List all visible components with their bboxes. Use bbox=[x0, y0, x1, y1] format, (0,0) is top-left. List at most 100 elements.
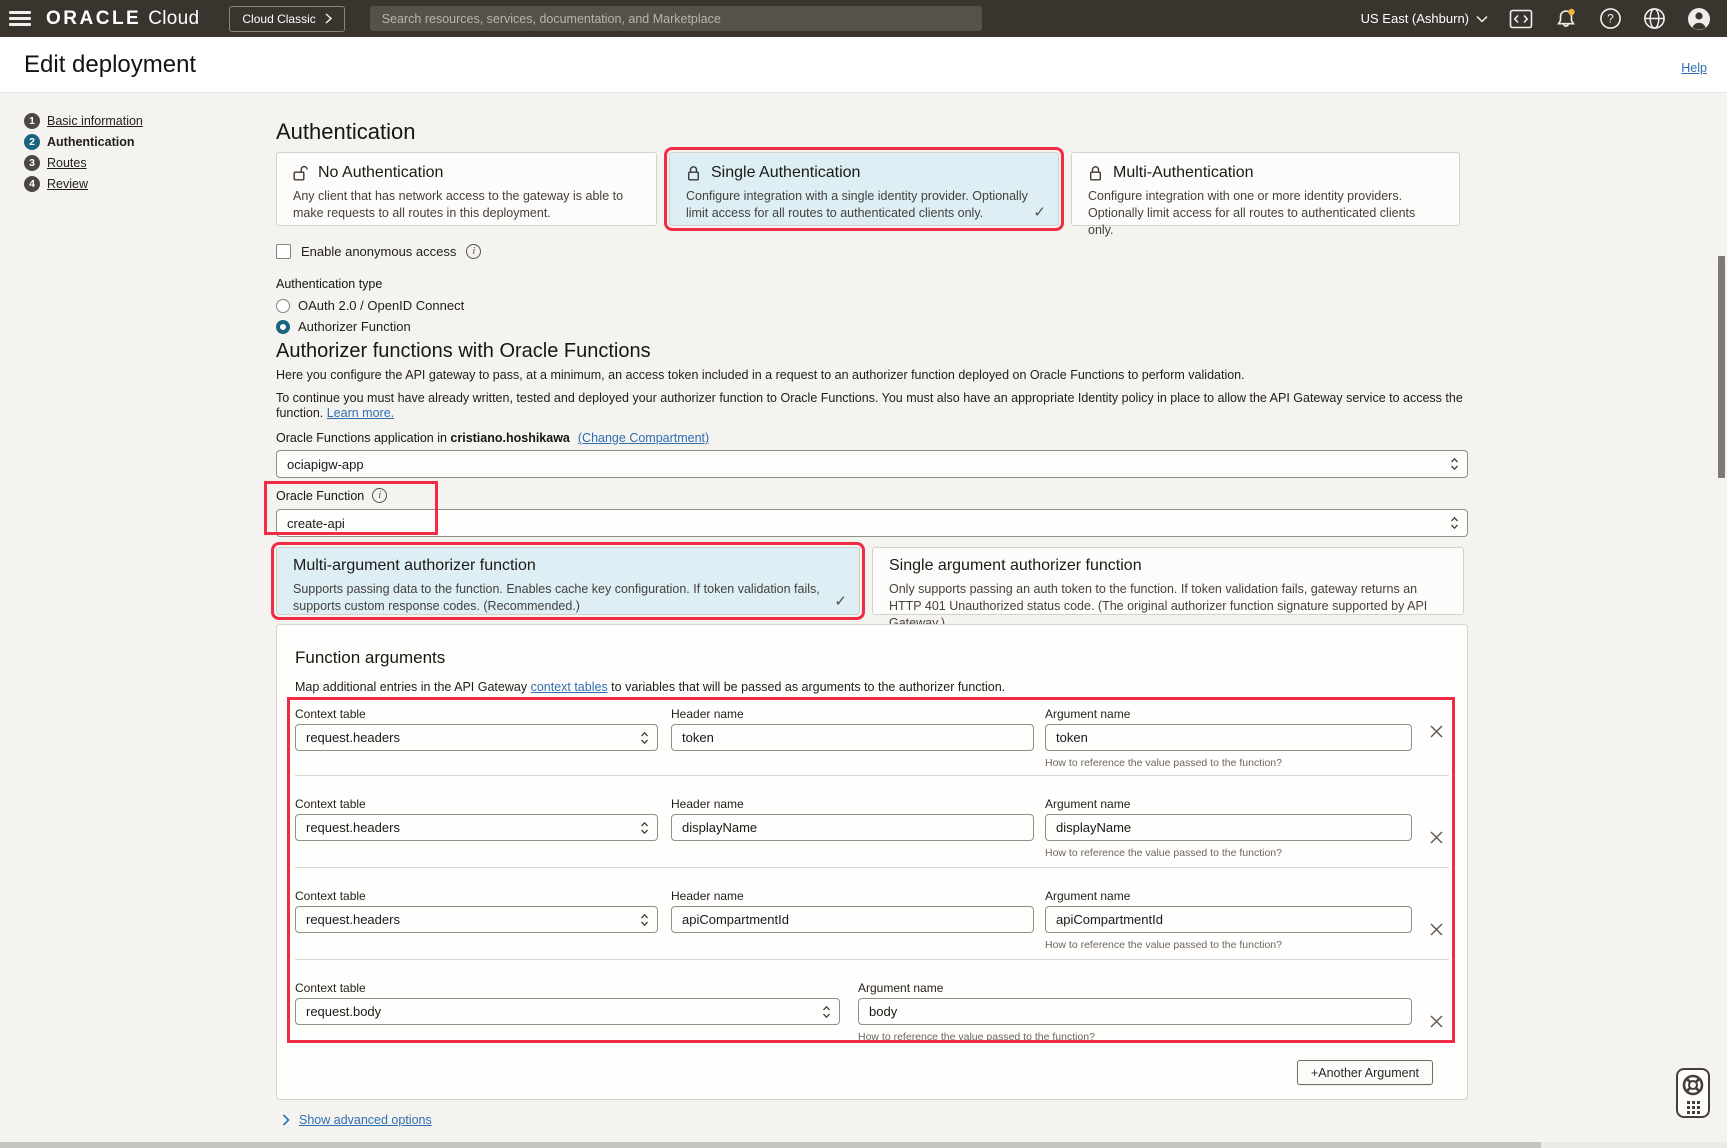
notifications-bell-icon[interactable] bbox=[1554, 7, 1578, 31]
card-multi-argument[interactable]: Multi-argument authorizer function Suppo… bbox=[276, 547, 860, 615]
function-arguments-heading: Function arguments bbox=[295, 647, 1449, 669]
wizard-steps: 1 Basic information 2 Authentication 3 R… bbox=[24, 113, 143, 197]
oracle-function-field: Oracle Function create-api bbox=[276, 488, 1468, 537]
info-icon[interactable] bbox=[466, 244, 481, 259]
header-name-input[interactable] bbox=[671, 724, 1034, 751]
step-basic-information[interactable]: 1 Basic information bbox=[24, 113, 143, 129]
brand-oracle: ORACLE bbox=[46, 8, 141, 30]
remove-argument-button[interactable] bbox=[1423, 718, 1449, 744]
help-link[interactable]: Help bbox=[1681, 61, 1707, 75]
argument-name-input[interactable] bbox=[1045, 906, 1412, 933]
functions-application-label: Oracle Functions application in cristian… bbox=[276, 431, 1468, 446]
argument-row: Context table request.headers Header nam… bbox=[295, 704, 1449, 776]
context-table-select[interactable]: request.headers bbox=[295, 906, 658, 933]
step-routes[interactable]: 3 Routes bbox=[24, 155, 143, 171]
page-title: Edit deployment bbox=[24, 51, 196, 79]
authentication-type-label: Authentication type bbox=[276, 277, 1468, 292]
help-icon[interactable]: ? bbox=[1599, 7, 1622, 30]
cloud-classic-label: Cloud Classic bbox=[242, 12, 315, 26]
cloud-classic-button[interactable]: Cloud Classic bbox=[229, 6, 344, 32]
select-value: create-api bbox=[287, 516, 345, 531]
radio-label: Authorizer Function bbox=[298, 319, 411, 334]
select-value: ociapigw-app bbox=[287, 457, 364, 472]
remove-argument-button[interactable] bbox=[1423, 1008, 1449, 1034]
main-content: Authentication No Authentication Any cli… bbox=[276, 112, 1468, 1127]
argument-helper-text: How to reference the value passed to the… bbox=[1045, 847, 1412, 859]
radio-authorizer-function[interactable]: Authorizer Function bbox=[276, 319, 1468, 334]
brand-cloud: Cloud bbox=[148, 8, 199, 30]
header-name-label: Header name bbox=[671, 890, 1034, 902]
search-input[interactable] bbox=[370, 6, 982, 31]
functions-application-select[interactable]: ociapigw-app bbox=[276, 450, 1468, 478]
selected-check-icon: ✓ bbox=[1033, 203, 1046, 221]
context-table-label: Context table bbox=[295, 708, 658, 720]
card-title: Multi-argument authorizer function bbox=[293, 557, 843, 575]
another-argument-button[interactable]: +Another Argument bbox=[1297, 1060, 1433, 1085]
header-name-input[interactable] bbox=[671, 906, 1034, 933]
remove-argument-button[interactable] bbox=[1423, 916, 1449, 942]
menu-icon[interactable] bbox=[9, 11, 31, 26]
card-multi-authentication[interactable]: Multi-Authentication Configure integrati… bbox=[1071, 152, 1460, 226]
paragraph-text: To continue you must have already writte… bbox=[276, 391, 1463, 420]
user-avatar[interactable] bbox=[1687, 7, 1711, 31]
vertical-scrollbar-thumb[interactable] bbox=[1718, 256, 1725, 478]
advanced-options-row: Show advanced options bbox=[282, 1113, 1468, 1127]
unlocked-icon bbox=[293, 165, 308, 182]
change-compartment-link[interactable]: (Change Compartment) bbox=[578, 431, 709, 445]
authentication-option-cards: No Authentication Any client that has ne… bbox=[276, 152, 1468, 226]
argument-name-input[interactable] bbox=[1045, 814, 1412, 841]
select-stepper-icon bbox=[1450, 457, 1459, 471]
region-selector[interactable]: US East (Ashburn) bbox=[1361, 11, 1488, 26]
oracle-cloud-logo[interactable]: ORACLE Cloud bbox=[46, 8, 199, 30]
remove-argument-button[interactable] bbox=[1423, 824, 1449, 850]
locked-icon bbox=[1088, 165, 1103, 182]
info-icon[interactable] bbox=[372, 488, 387, 503]
card-no-authentication[interactable]: No Authentication Any client that has ne… bbox=[276, 152, 657, 226]
context-table-label: Context table bbox=[295, 890, 658, 902]
global-search bbox=[370, 6, 982, 31]
card-title: Single Authentication bbox=[711, 164, 860, 182]
intro-text: to variables that will be passed as argu… bbox=[608, 680, 1005, 694]
topbar: ORACLE Cloud Cloud Classic US East (Ashb… bbox=[0, 0, 1727, 37]
context-table-select[interactable]: request.headers bbox=[295, 724, 658, 751]
anonymous-access-checkbox[interactable] bbox=[276, 244, 291, 259]
card-description: Supports passing data to the function. E… bbox=[293, 581, 843, 615]
argument-name-input[interactable] bbox=[858, 998, 1412, 1025]
context-table-select[interactable]: request.headers bbox=[295, 814, 658, 841]
step-authentication[interactable]: 2 Authentication bbox=[24, 134, 143, 150]
argument-name-label: Argument name bbox=[1045, 798, 1412, 810]
card-single-argument[interactable]: Single argument authorizer function Only… bbox=[872, 547, 1464, 615]
enable-anonymous-access-row: Enable anonymous access bbox=[276, 243, 1468, 259]
horizontal-scrollbar-thumb[interactable] bbox=[0, 1142, 1541, 1148]
function-arguments-card: Function arguments Map additional entrie… bbox=[276, 624, 1468, 1100]
locked-icon bbox=[686, 165, 701, 182]
language-globe-icon[interactable] bbox=[1643, 7, 1666, 30]
region-label: US East (Ashburn) bbox=[1361, 11, 1469, 26]
authorizer-heading: Authorizer functions with Oracle Functio… bbox=[276, 338, 1468, 364]
card-single-authentication[interactable]: Single Authentication Configure integrat… bbox=[669, 152, 1059, 226]
header-name-input[interactable] bbox=[671, 814, 1034, 841]
learn-more-link[interactable]: Learn more. bbox=[327, 406, 394, 420]
authorizer-paragraph-1: Here you configure the API gateway to pa… bbox=[276, 368, 1468, 383]
context-table-select[interactable]: request.body bbox=[295, 998, 840, 1025]
support-chat-button[interactable] bbox=[1676, 1068, 1710, 1118]
chevron-right-icon bbox=[325, 13, 332, 24]
lifebuoy-icon bbox=[1681, 1073, 1705, 1097]
authorizer-paragraph-2: To continue you must have already writte… bbox=[276, 391, 1468, 421]
chevron-right-icon bbox=[282, 1114, 290, 1126]
step-label: Routes bbox=[47, 156, 87, 170]
select-value: request.headers bbox=[306, 912, 400, 927]
step-review[interactable]: 4 Review bbox=[24, 176, 143, 192]
compartment-name: cristiano.hoshikawa bbox=[450, 431, 569, 445]
argument-name-input[interactable] bbox=[1045, 724, 1412, 751]
card-description: Any client that has network access to th… bbox=[293, 188, 640, 222]
intro-text: Map additional entries in the API Gatewa… bbox=[295, 680, 531, 694]
context-tables-link[interactable]: context tables bbox=[531, 680, 608, 694]
oracle-function-select[interactable]: create-api bbox=[276, 509, 1468, 537]
step-number: 2 bbox=[24, 134, 40, 150]
radio-oauth[interactable]: OAuth 2.0 / OpenID Connect bbox=[276, 298, 1468, 313]
show-advanced-options-link[interactable]: Show advanced options bbox=[299, 1113, 432, 1127]
developer-console-icon[interactable] bbox=[1509, 9, 1533, 29]
select-stepper-icon bbox=[640, 913, 649, 927]
header-name-label: Header name bbox=[671, 708, 1034, 720]
